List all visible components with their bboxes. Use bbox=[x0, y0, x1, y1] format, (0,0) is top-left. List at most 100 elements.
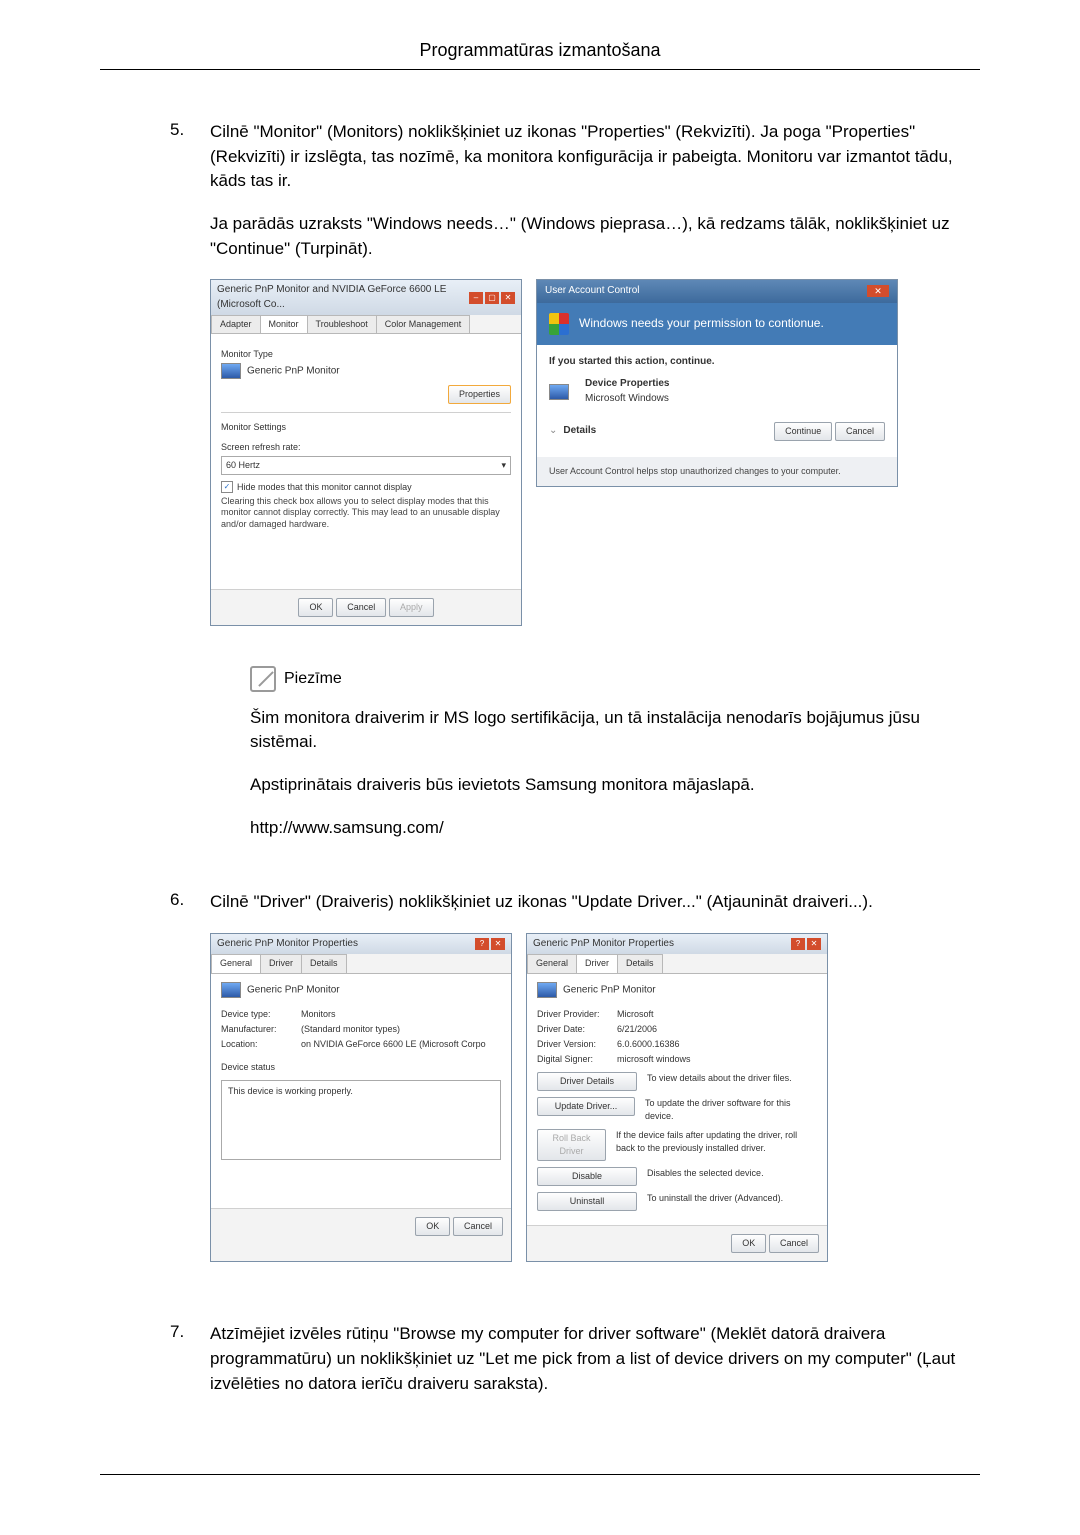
rollback-driver-desc: If the device fails after updating the d… bbox=[616, 1129, 817, 1155]
refresh-rate-label: Screen refresh rate: bbox=[221, 441, 511, 454]
step-number: 7. bbox=[170, 1322, 210, 1414]
step6-paragraph: Cilnē "Driver" (Draiveris) noklikšķiniet… bbox=[210, 890, 980, 915]
hide-modes-label: Hide modes that this monitor cannot disp… bbox=[237, 481, 412, 494]
window-caption-buttons[interactable]: –▢✕ bbox=[469, 292, 515, 304]
signer-key: Digital Signer: bbox=[537, 1053, 617, 1066]
uninstall-desc: To uninstall the driver (Advanced). bbox=[647, 1192, 783, 1205]
device-name: Generic PnP Monitor bbox=[247, 984, 340, 995]
refresh-rate-value: 60 Hertz bbox=[226, 459, 260, 472]
properties-button[interactable]: Properties bbox=[448, 385, 511, 404]
window-title: Generic PnP Monitor Properties bbox=[217, 937, 358, 952]
ok-button[interactable]: OK bbox=[415, 1217, 450, 1236]
cancel-button[interactable]: Cancel bbox=[453, 1217, 503, 1236]
cancel-button[interactable]: Cancel bbox=[336, 598, 386, 617]
driver-details-desc: To view details about the driver files. bbox=[647, 1072, 792, 1085]
monitor-settings-label: Monitor Settings bbox=[221, 421, 511, 434]
page-header: Programmatūras izmantošana bbox=[100, 40, 980, 70]
step5-paragraph1: Cilnē "Monitor" (Monitors) noklikšķiniet… bbox=[210, 120, 980, 194]
step7-paragraph: Atzīmējiet izvēles rūtiņu "Browse my com… bbox=[210, 1322, 980, 1396]
monitor-name: Generic PnP Monitor bbox=[247, 366, 340, 377]
chevron-down-icon: ▾ bbox=[501, 459, 506, 472]
tab-general[interactable]: General bbox=[527, 954, 577, 972]
monitor-properties-window: Generic PnP Monitor and NVIDIA GeForce 6… bbox=[210, 279, 522, 626]
uac-publisher: Microsoft Windows bbox=[585, 392, 670, 407]
driver-props-general-window: Generic PnP Monitor Properties ?✕ Genera… bbox=[210, 933, 512, 1262]
step-5: 5. Cilnē "Monitor" (Monitors) noklikšķin… bbox=[170, 120, 980, 870]
tab-details[interactable]: Details bbox=[301, 954, 347, 972]
devtype-key: Device type: bbox=[221, 1008, 301, 1021]
tab-details[interactable]: Details bbox=[617, 954, 663, 972]
tab-general[interactable]: General bbox=[211, 954, 261, 972]
rollback-driver-button[interactable]: Roll Back Driver bbox=[537, 1129, 606, 1161]
note-label: Piezīme bbox=[284, 667, 342, 690]
chevron-down-icon[interactable]: ⌄ bbox=[549, 424, 557, 439]
note-icon bbox=[250, 666, 276, 692]
signer-val: microsoft windows bbox=[617, 1053, 691, 1066]
step5-paragraph2: Ja parādās uzraksts "Windows needs…" (Wi… bbox=[210, 212, 980, 261]
note-url: http://www.samsung.com/ bbox=[250, 816, 980, 841]
step-number: 6. bbox=[170, 890, 210, 1302]
cancel-button[interactable]: Cancel bbox=[835, 422, 885, 441]
provider-key: Driver Provider: bbox=[537, 1008, 617, 1021]
uac-banner-text: Windows needs your permission to contion… bbox=[579, 315, 824, 332]
tab-troubleshoot[interactable]: Troubleshoot bbox=[307, 315, 377, 333]
tab-driver[interactable]: Driver bbox=[260, 954, 302, 972]
uac-details-toggle[interactable]: Details bbox=[563, 424, 596, 439]
monitor-icon bbox=[537, 982, 557, 998]
tab-driver[interactable]: Driver bbox=[576, 954, 618, 972]
hide-modes-description: Clearing this check box allows you to se… bbox=[221, 496, 511, 531]
device-name: Generic PnP Monitor bbox=[563, 984, 656, 995]
devtype-val: Monitors bbox=[301, 1008, 336, 1021]
tab-adapter[interactable]: Adapter bbox=[211, 315, 261, 333]
refresh-rate-dropdown[interactable]: 60 Hertz ▾ bbox=[221, 456, 511, 475]
note-paragraph2: Apstiprinātais draiveris būs ievietots S… bbox=[250, 773, 980, 798]
ok-button[interactable]: OK bbox=[298, 598, 333, 617]
tab-monitor[interactable]: Monitor bbox=[260, 315, 308, 333]
update-driver-button[interactable]: Update Driver... bbox=[537, 1097, 635, 1116]
device-icon bbox=[549, 384, 569, 400]
uac-footer-text: User Account Control helps stop unauthor… bbox=[537, 457, 897, 486]
monitor-type-label: Monitor Type bbox=[221, 348, 511, 361]
driver-props-driver-window: Generic PnP Monitor Properties ?✕ Genera… bbox=[526, 933, 828, 1262]
monitor-icon bbox=[221, 363, 241, 379]
step-number: 5. bbox=[170, 120, 210, 870]
window-title: Generic PnP Monitor and NVIDIA GeForce 6… bbox=[217, 283, 469, 312]
monitor-icon bbox=[221, 982, 241, 998]
uninstall-button[interactable]: Uninstall bbox=[537, 1192, 637, 1211]
loc-key: Location: bbox=[221, 1038, 301, 1051]
window-title: Generic PnP Monitor Properties bbox=[533, 937, 674, 952]
manuf-val: (Standard monitor types) bbox=[301, 1023, 400, 1036]
loc-val: on NVIDIA GeForce 6600 LE (Microsoft Cor… bbox=[301, 1038, 486, 1051]
tab-color-management[interactable]: Color Management bbox=[376, 315, 471, 333]
footer-rule bbox=[100, 1474, 980, 1475]
uac-device-properties: Device Properties bbox=[585, 377, 670, 392]
ok-button[interactable]: OK bbox=[731, 1234, 766, 1253]
uac-title: User Account Control bbox=[545, 284, 640, 299]
cancel-button[interactable]: Cancel bbox=[769, 1234, 819, 1253]
apply-button[interactable]: Apply bbox=[389, 598, 434, 617]
device-status-label: Device status bbox=[221, 1061, 501, 1074]
step-7: 7. Atzīmējiet izvēles rūtiņu "Browse my … bbox=[170, 1322, 980, 1414]
device-status-box: This device is working properly. bbox=[221, 1080, 501, 1160]
window-caption-buttons[interactable]: ?✕ bbox=[791, 938, 821, 950]
step-6: 6. Cilnē "Driver" (Draiveris) noklikšķin… bbox=[170, 890, 980, 1302]
version-key: Driver Version: bbox=[537, 1038, 617, 1051]
disable-button[interactable]: Disable bbox=[537, 1167, 637, 1186]
date-key: Driver Date: bbox=[537, 1023, 617, 1036]
uac-dialog: User Account Control ✕ Windows needs you… bbox=[536, 279, 898, 487]
version-val: 6.0.6000.16386 bbox=[617, 1038, 680, 1051]
disable-desc: Disables the selected device. bbox=[647, 1167, 764, 1180]
window-caption-buttons[interactable]: ?✕ bbox=[475, 938, 505, 950]
close-icon[interactable]: ✕ bbox=[867, 285, 889, 297]
date-val: 6/21/2006 bbox=[617, 1023, 657, 1036]
update-driver-desc: To update the driver software for this d… bbox=[645, 1097, 817, 1123]
note-paragraph1: Šim monitora draiverim ir MS logo sertif… bbox=[250, 706, 980, 755]
driver-details-button[interactable]: Driver Details bbox=[537, 1072, 637, 1091]
hide-modes-checkbox[interactable]: ✓ bbox=[221, 481, 233, 493]
shield-icon bbox=[549, 313, 569, 335]
note-block: Piezīme Šim monitora draiverim ir MS log… bbox=[250, 666, 980, 841]
manuf-key: Manufacturer: bbox=[221, 1023, 301, 1036]
provider-val: Microsoft bbox=[617, 1008, 654, 1021]
continue-button[interactable]: Continue bbox=[774, 422, 832, 441]
uac-started-text: If you started this action, continue. bbox=[549, 355, 885, 370]
